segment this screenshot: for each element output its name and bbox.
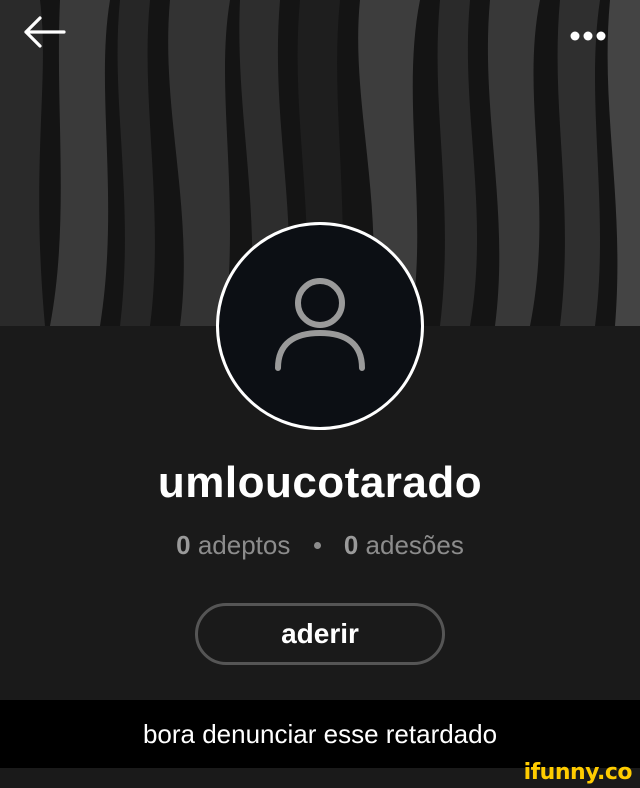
profile-username: umloucotarado	[157, 458, 483, 507]
follow-button[interactable]: aderir	[195, 603, 445, 665]
stats-separator	[313, 541, 321, 549]
arrow-left-icon	[24, 16, 66, 48]
caption-bar: bora denunciar esse retardado	[0, 700, 640, 768]
ifunny-watermark: ifunny.co	[523, 760, 633, 785]
following-label[interactable]: adesões	[366, 530, 464, 560]
user-placeholder-icon	[275, 278, 365, 371]
following-count[interactable]: 0	[344, 530, 358, 560]
followers-count[interactable]: 0	[176, 530, 190, 560]
back-button[interactable]	[18, 12, 70, 52]
more-options-button[interactable]	[562, 18, 614, 54]
follow-button-label: aderir	[281, 618, 359, 649]
profile-stats: 0 adeptos 0 adesões	[0, 530, 640, 561]
avatar[interactable]	[216, 222, 424, 430]
followers-label[interactable]: adeptos	[198, 530, 291, 560]
caption-text: bora denunciar esse retardado	[142, 718, 498, 749]
more-horizontal-icon	[570, 31, 606, 41]
